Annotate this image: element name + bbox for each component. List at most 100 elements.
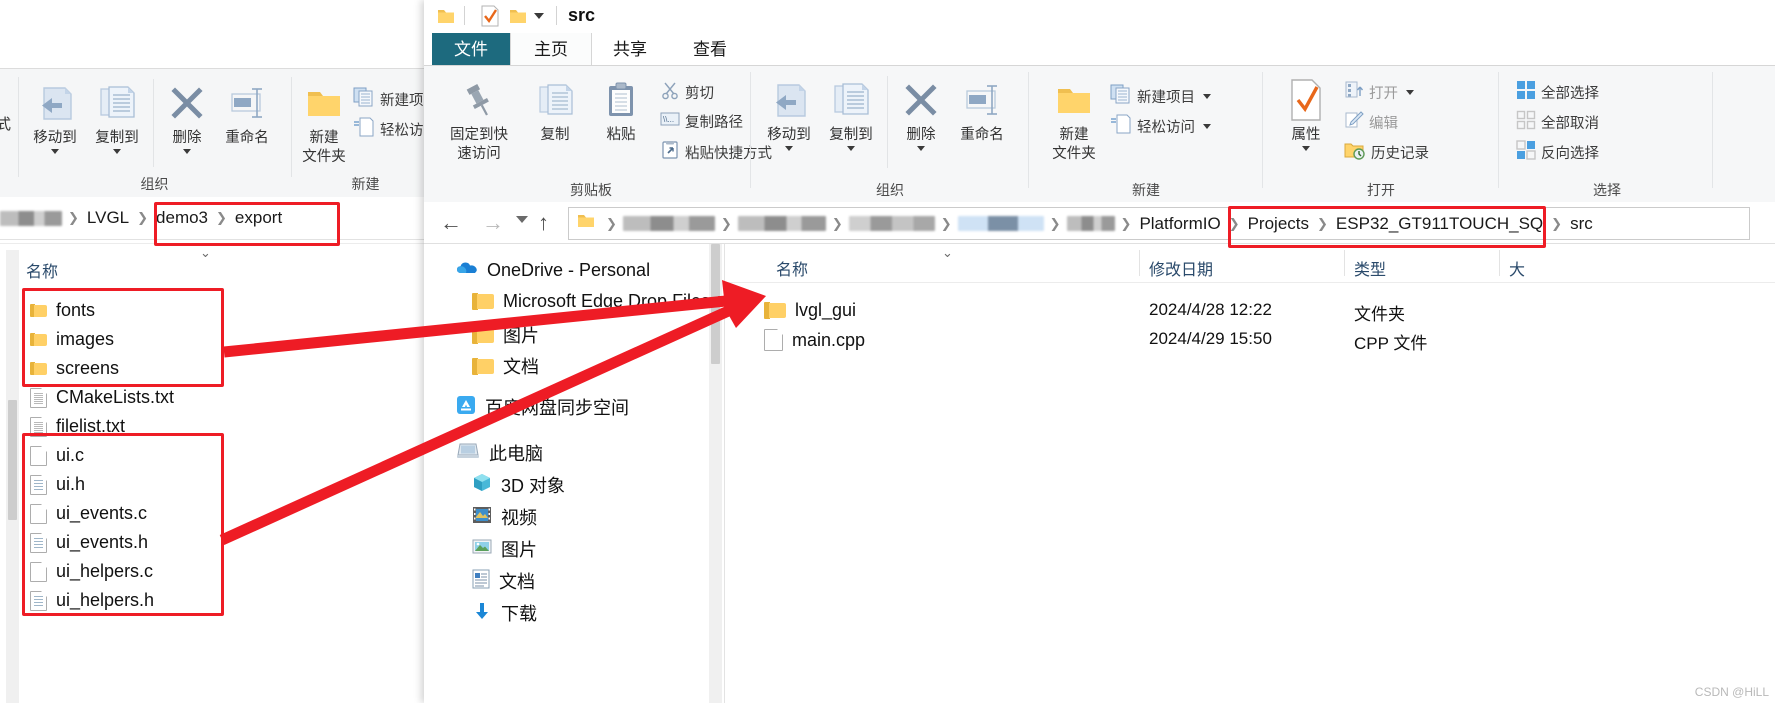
pin-to-quick-access-button[interactable]: 固定到快 速访问 [440, 74, 518, 164]
breadcrumb-item-src[interactable]: src [1568, 214, 1595, 234]
chevron-down-icon[interactable] [113, 149, 121, 154]
file-entry[interactable]: main.cpp [764, 329, 865, 351]
right-breadcrumb[interactable]: ❯ ❯ ❯ ❯ ❯ ❯ PlatformIO ❯ Projects ❯ ESP3… [577, 213, 1595, 234]
left-address-bar[interactable]: ❯ LVGL ❯ demo3 ❯ export [0, 197, 440, 243]
nav-item-edge-drop-files[interactable]: Microsoft Edge Drop Files [472, 291, 710, 312]
chevron-down-icon[interactable] [785, 146, 793, 151]
nav-pane-scrollbar-thumb[interactable] [711, 244, 720, 364]
paste-shortcut-icon [660, 140, 680, 164]
list-item[interactable]: filelist.txt [30, 416, 125, 437]
left-delete-button[interactable]: 删除 [158, 77, 216, 154]
breadcrumb-item-projects[interactable]: Projects [1246, 214, 1311, 234]
list-item[interactable]: ui_helpers.h [30, 590, 154, 611]
chevron-down-icon[interactable] [1203, 123, 1211, 129]
address-input[interactable]: ❯ ❯ ❯ ❯ ❯ ❯ PlatformIO ❯ Projects ❯ ESP3… [568, 207, 1750, 240]
left-new-folder-label-1: 新建 [309, 130, 339, 146]
chevron-down-icon[interactable] [534, 13, 544, 19]
list-item[interactable]: ui.h [30, 474, 85, 495]
column-header-modified[interactable]: 修改日期 [1149, 256, 1213, 280]
quick-access-folder-icon[interactable] [436, 6, 456, 31]
new-folder-icon[interactable] [508, 6, 528, 31]
nav-item-videos[interactable]: 视频 [472, 504, 537, 530]
column-header-size[interactable]: 大 [1509, 256, 1525, 280]
right-ribbon: 固定到快 速访问 复制 粘贴 剪切 \\... 复制路径 粘贴快捷方式 剪贴板 … [424, 66, 1775, 203]
chevron-down-icon[interactable] [1203, 93, 1211, 99]
list-item[interactable]: screens [30, 358, 119, 379]
easy-access-button[interactable]: 轻松访问 [1110, 114, 1211, 138]
open-button[interactable]: 打开 [1344, 80, 1414, 104]
chevron-down-icon[interactable] [1406, 89, 1414, 95]
left-rename-button[interactable]: 重命名 [214, 77, 280, 148]
copy-to-button[interactable]: 复制到 [822, 74, 880, 151]
history-button[interactable]: 历史记录 [1344, 140, 1429, 164]
left-new-folder-button[interactable]: 新建 文件夹 [293, 77, 355, 167]
breadcrumb-item-export[interactable]: export [233, 208, 284, 228]
nav-item-this-pc[interactable]: 此电脑 [456, 440, 543, 466]
breadcrumb-item-esp32-project[interactable]: ESP32_GT911TOUCH_SQ [1334, 214, 1545, 234]
file-entry[interactable]: lvgl_gui [764, 300, 856, 321]
nav-item-onedrive[interactable]: OneDrive - Personal [456, 260, 650, 281]
select-all-button[interactable]: 全部选择 [1516, 80, 1599, 104]
new-folder-label-2: 文件夹 [1052, 146, 1096, 162]
cut-button[interactable]: 剪切 [660, 80, 714, 104]
properties-check-icon[interactable] [480, 5, 500, 32]
chevron-down-icon[interactable] [183, 149, 191, 154]
breadcrumb-item-platformio[interactable]: PlatformIO [1137, 214, 1222, 234]
list-item[interactable]: CMakeLists.txt [30, 387, 174, 408]
list-item[interactable]: fonts [30, 300, 95, 321]
tab-home[interactable]: 主页 [510, 33, 592, 66]
forward-arrow-icon[interactable]: → [482, 210, 504, 236]
list-item[interactable]: ui.c [30, 445, 84, 466]
nav-item-documents[interactable]: 文档 [472, 568, 535, 594]
breadcrumb-item-lvgl[interactable]: LVGL [85, 208, 131, 228]
chevron-down-icon[interactable] [51, 149, 59, 154]
edit-button[interactable]: 编辑 [1344, 110, 1398, 134]
left-move-to-button[interactable]: 移动到 [26, 77, 84, 154]
chevron-down-icon[interactable] [516, 216, 528, 223]
tab-view[interactable]: 查看 [670, 33, 750, 66]
left-scrollbar-thumb[interactable] [8, 400, 17, 520]
left-breadcrumb[interactable]: ❯ LVGL ❯ demo3 ❯ export [0, 208, 284, 228]
list-item[interactable]: ui_events.c [30, 503, 147, 524]
table-row[interactable]: lvgl_gui 2024/4/28 12:22 文件夹 [764, 296, 1775, 325]
nav-item-baidu-netdisk[interactable]: 百度网盘同步空间 [456, 394, 629, 420]
left-copy-to-button[interactable]: 复制到 [88, 77, 146, 154]
new-item-button[interactable]: 新建项目 [1110, 84, 1211, 108]
paste-button[interactable]: 粘贴 [590, 74, 652, 145]
chevron-down-icon[interactable] [847, 146, 855, 151]
select-none-button[interactable]: 全部取消 [1516, 110, 1599, 134]
chevron-down-icon[interactable] [1302, 146, 1310, 151]
chevron-right-icon: ❯ [137, 210, 149, 225]
new-folder-button[interactable]: 新建 文件夹 [1042, 74, 1106, 164]
nav-item-pictures[interactable]: 图片 [472, 536, 537, 562]
tab-file[interactable]: 文件 [432, 33, 510, 66]
tab-share[interactable]: 共享 [590, 33, 670, 66]
cpp-file-icon [764, 329, 783, 351]
list-item[interactable]: ui_events.h [30, 532, 148, 553]
rename-button[interactable]: 重命名 [948, 74, 1016, 145]
delete-button[interactable]: 删除 [892, 74, 950, 151]
left-column-header-name[interactable]: 名称 [26, 258, 58, 282]
pane-divider[interactable] [724, 244, 725, 703]
back-arrow-icon[interactable]: ← [440, 210, 462, 236]
table-row[interactable]: main.cpp 2024/4/29 15:50 CPP 文件 [764, 325, 1775, 354]
breadcrumb-item-demo3[interactable]: demo3 [154, 208, 210, 228]
column-header-name[interactable]: 名称 [776, 256, 808, 280]
invert-selection-button[interactable]: 反向选择 [1516, 140, 1599, 164]
nav-item-3d-objects[interactable]: 3D 对象 [472, 472, 565, 498]
c-file-icon [30, 561, 47, 582]
nav-item-documents-onedrive[interactable]: 文档 [472, 353, 539, 379]
nav-pane-scrollbar-track[interactable] [709, 244, 722, 703]
left-scrollbar-track[interactable] [6, 250, 19, 703]
nav-item-downloads[interactable]: 下载 [472, 600, 537, 626]
properties-button[interactable]: 属性 [1276, 74, 1336, 151]
chevron-down-icon[interactable] [917, 146, 925, 151]
nav-item-pictures-onedrive[interactable]: 图片 [472, 322, 539, 348]
list-item[interactable]: ui_helpers.c [30, 561, 153, 582]
column-header-type[interactable]: 类型 [1354, 256, 1386, 280]
list-item[interactable]: images [30, 329, 114, 350]
move-to-button[interactable]: 移动到 [760, 74, 818, 151]
copy-button[interactable]: 复制 [524, 74, 586, 145]
up-arrow-icon[interactable]: ↑ [538, 210, 549, 236]
copy-path-button[interactable]: \\... 复制路径 [660, 110, 743, 132]
